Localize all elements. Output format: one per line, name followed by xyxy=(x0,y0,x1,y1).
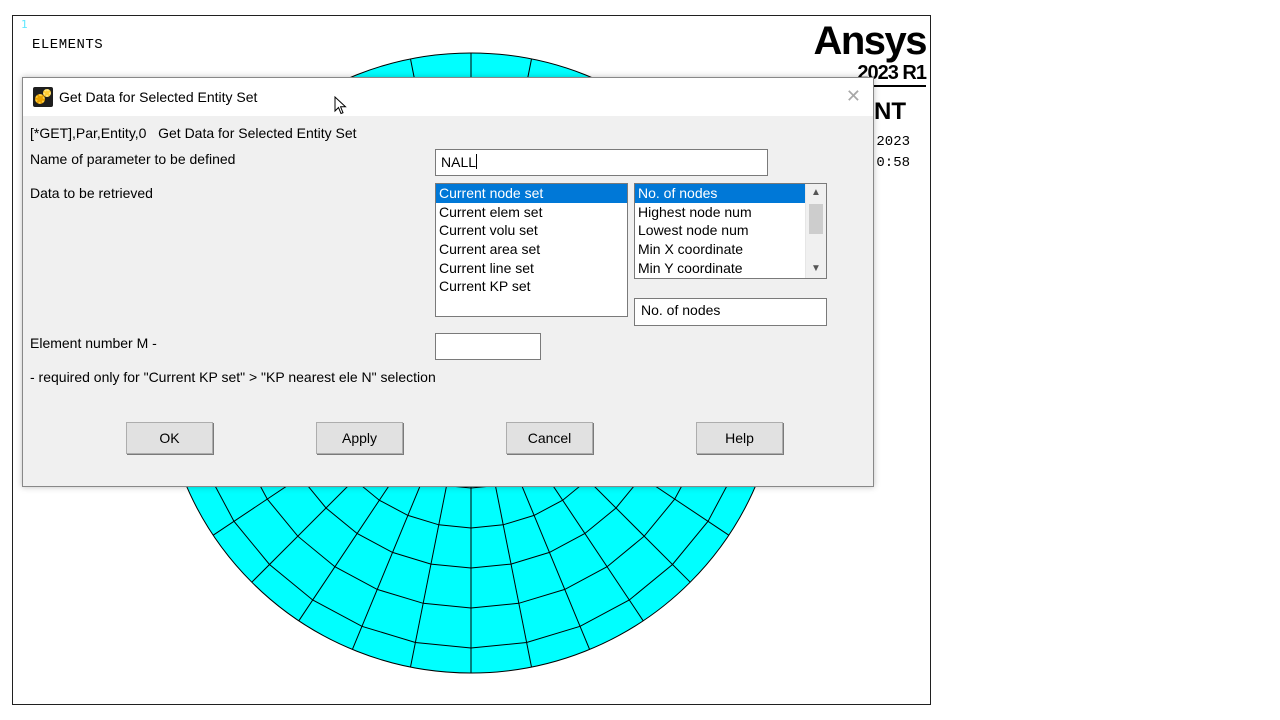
item-list-scrollbar[interactable]: ▲ ▼ xyxy=(805,184,826,278)
ansys-edition: NT xyxy=(874,98,906,125)
list-item[interactable]: Lowest node num xyxy=(635,221,806,240)
scroll-thumb[interactable] xyxy=(809,204,823,234)
scroll-down-icon[interactable]: ▼ xyxy=(806,260,826,278)
plot-date: 2023 xyxy=(876,134,910,150)
entity-set-listbox[interactable]: Current node set Current elem set Current … xyxy=(435,183,628,317)
list-item[interactable]: Highest node num xyxy=(635,203,806,222)
ansys-logo-word: Ansys xyxy=(813,19,927,63)
list-item[interactable]: Current area set xyxy=(436,240,627,259)
list-item[interactable]: Min X coordinate xyxy=(635,240,806,259)
param-name-value: NALL xyxy=(441,154,477,170)
list-item[interactable]: Current volu set xyxy=(436,221,627,240)
dialog-title: Get Data for Selected Entity Set xyxy=(59,89,258,105)
list-item[interactable]: Current KP set xyxy=(436,277,627,296)
mouse-cursor-icon xyxy=(334,96,347,115)
get-data-dialog: Get Data for Selected Entity Set ✕ [*GET… xyxy=(22,77,874,487)
command-description: [*GET],Par,Entity,0 Get Data for Selecte… xyxy=(30,125,357,141)
kp-note: - required only for "Current KP set" > "… xyxy=(30,369,436,385)
list-item[interactable]: Current node set xyxy=(436,184,627,203)
window-number: 1 xyxy=(21,18,28,31)
plot-time: 0:58 xyxy=(876,155,910,171)
element-number-input[interactable] xyxy=(435,333,541,360)
param-name-input[interactable]: NALL xyxy=(435,149,768,176)
ok-button[interactable]: OK xyxy=(126,422,213,454)
list-item[interactable]: Current line set xyxy=(436,259,627,278)
selected-item-display: No. of nodes xyxy=(634,298,827,326)
param-name-label: Name of parameter to be defined xyxy=(30,151,236,167)
gears-icon xyxy=(33,87,53,107)
dialog-titlebar[interactable]: Get Data for Selected Entity Set ✕ xyxy=(23,78,873,116)
plot-label: ELEMENTS xyxy=(32,37,104,53)
cancel-button[interactable]: Cancel xyxy=(506,422,593,454)
close-icon[interactable]: ✕ xyxy=(846,86,861,106)
list-item[interactable]: Current elem set xyxy=(436,203,627,222)
element-number-label: Element number M - xyxy=(30,335,157,351)
list-item[interactable]: No. of nodes xyxy=(635,184,806,203)
data-retrieved-label: Data to be retrieved xyxy=(30,185,153,201)
apply-button[interactable]: Apply xyxy=(316,422,403,454)
list-item[interactable]: Min Y coordinate xyxy=(635,259,806,278)
scroll-up-icon[interactable]: ▲ xyxy=(806,184,826,202)
help-button[interactable]: Help xyxy=(696,422,783,454)
item-listbox[interactable]: No. of nodes Highest node num Lowest node … xyxy=(634,183,827,279)
